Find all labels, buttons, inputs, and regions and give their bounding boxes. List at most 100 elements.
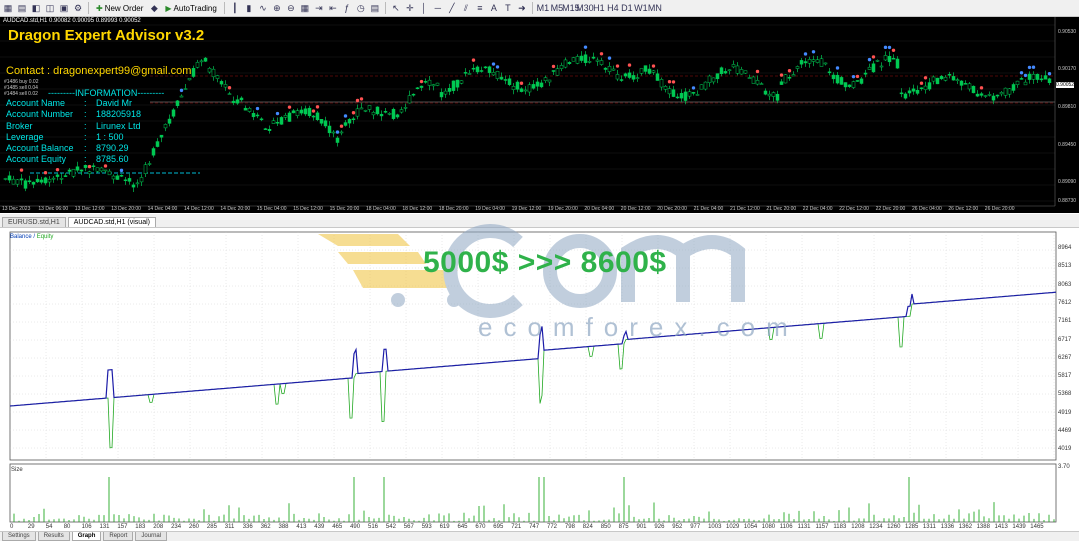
candle-body xyxy=(475,66,480,73)
time-label: 26 Dec 12:00 xyxy=(948,206,979,212)
line-chart-icon[interactable]: ∿ xyxy=(257,2,269,14)
candle-body xyxy=(627,72,632,78)
period-mn-button[interactable]: MN xyxy=(648,2,662,14)
period-w1-button[interactable]: W1 xyxy=(634,2,648,14)
trade-marker xyxy=(883,45,888,50)
candle-body xyxy=(583,54,588,63)
candle-body xyxy=(871,63,876,73)
text-icon[interactable]: A xyxy=(488,2,500,14)
trade-marker xyxy=(811,50,816,54)
autotrading-button[interactable]: ▶ AutoTrading xyxy=(162,2,219,15)
tile-windows-icon[interactable]: ▦ xyxy=(299,2,311,14)
candle-body xyxy=(519,88,524,92)
candle-body xyxy=(987,94,992,96)
candle-body xyxy=(159,134,164,138)
order-lines: #1486 buy 0.02 #1485 sell 0.04 #1484 sel… xyxy=(4,79,38,97)
candle-body xyxy=(907,90,912,94)
time-label: 19 Dec 04:00 xyxy=(475,206,505,212)
trade-marker xyxy=(335,130,340,134)
trade-marker xyxy=(615,64,620,68)
info-row: Account Number:188205918 xyxy=(6,109,142,120)
candle-body xyxy=(963,83,968,85)
templates-icon[interactable]: ▤ xyxy=(369,2,381,14)
profiles-icon[interactable]: ▤ xyxy=(16,2,28,14)
graph-x-label: 80 xyxy=(63,524,71,530)
autoscroll-icon[interactable]: ⇥ xyxy=(313,2,325,14)
candle-body xyxy=(511,86,516,90)
graph-y-label: 6717 xyxy=(1058,336,1072,343)
candle-body xyxy=(355,108,360,117)
period-m30-button[interactable]: M30 xyxy=(576,2,594,14)
zoom-out-icon[interactable]: ⊖ xyxy=(285,2,297,14)
trendline-icon[interactable]: ╱ xyxy=(446,2,458,14)
tab-eurusd-chart[interactable]: EURUSD.std,H1 xyxy=(2,217,66,227)
terminal-icon[interactable]: ▣ xyxy=(58,2,70,14)
candle-body xyxy=(1027,73,1032,80)
trade-marker xyxy=(1023,73,1028,78)
zoom-in-icon[interactable]: ⊕ xyxy=(271,2,283,14)
time-label: 13 Dec 12:00 xyxy=(74,206,105,212)
trade-marker xyxy=(343,114,348,118)
new-chart-icon[interactable]: ▦ xyxy=(2,2,14,14)
candle-body xyxy=(891,57,896,60)
new-order-button[interactable]: ✚ New Order xyxy=(93,2,146,15)
bar-chart-icon[interactable]: ┃ xyxy=(229,2,241,14)
trade-marker xyxy=(55,167,60,172)
horizontal-line-icon[interactable]: ─ xyxy=(432,2,444,14)
candle-body xyxy=(211,68,216,78)
candle-body xyxy=(51,177,56,180)
fibonacci-icon[interactable]: ≡ xyxy=(474,2,486,14)
candle-body xyxy=(507,78,512,85)
graph-x-label: 1336 xyxy=(940,524,955,530)
metaeditor-icon[interactable]: ◆ xyxy=(148,2,160,14)
candle-body xyxy=(859,78,864,84)
trade-marker xyxy=(755,69,760,74)
graph-y-label: 4919 xyxy=(1058,409,1072,416)
candle-body xyxy=(703,81,708,90)
tab-audcad-visual[interactable]: AUDCAD.std,H1 (visual) xyxy=(67,217,156,227)
navigator-icon[interactable]: ◫ xyxy=(44,2,56,14)
channel-icon[interactable]: ⫽ xyxy=(460,2,472,14)
label-icon[interactable]: T xyxy=(502,2,514,14)
chart-shift-icon[interactable]: ⇤ xyxy=(327,2,339,14)
candle-body xyxy=(295,110,300,116)
crosshair-icon[interactable]: ✛ xyxy=(404,2,416,14)
vertical-line-icon[interactable]: │ xyxy=(418,2,430,14)
trade-marker xyxy=(227,86,232,90)
price-label: 0.90530 xyxy=(1058,29,1077,35)
graph-x-label: 593 xyxy=(421,524,432,530)
candle-body xyxy=(655,73,660,81)
candle-body xyxy=(431,84,436,87)
trade-marker xyxy=(651,64,656,68)
period-h1-button[interactable]: H1 xyxy=(593,2,605,14)
price-axis: 0.90530 0.90170 0.90052 0.89810 0.89450 0.890… xyxy=(1055,17,1079,213)
period-m1-button[interactable]: M1 xyxy=(537,2,550,14)
candlestick-icon[interactable]: ▮ xyxy=(243,2,255,14)
arrows-icon[interactable]: ➜ xyxy=(516,2,528,14)
candle-body xyxy=(923,85,928,90)
period-m5-button[interactable]: M5 xyxy=(551,2,564,14)
indicators-icon[interactable]: ƒ xyxy=(341,2,353,14)
candle-body xyxy=(47,179,52,183)
candle-body xyxy=(571,57,576,62)
candle-body xyxy=(851,81,856,88)
strategy-tester-icon[interactable]: ⚙ xyxy=(72,2,84,14)
time-label: 22 Dec 20:00 xyxy=(875,206,906,212)
period-m15-button[interactable]: M15 xyxy=(562,2,580,14)
candle-body xyxy=(991,95,996,101)
candle-body xyxy=(235,99,240,104)
candle-body xyxy=(91,165,96,168)
graph-x-label: 1311 xyxy=(922,524,936,530)
time-label: 19 Dec 20:00 xyxy=(548,206,578,212)
candle-body xyxy=(239,97,244,101)
period-h4-button[interactable]: H4 xyxy=(607,2,619,14)
candle-body xyxy=(423,81,428,83)
periods-icon[interactable]: ◷ xyxy=(355,2,367,14)
period-d1-button[interactable]: D1 xyxy=(621,2,633,14)
trade-marker xyxy=(803,52,808,56)
graph-legend: Balance / Equity xyxy=(10,234,53,240)
market-watch-icon[interactable]: ◧ xyxy=(30,2,42,14)
price-chart[interactable]: AUDCAD.std,H1 0.90082 0.90095 0.89993 0.… xyxy=(0,17,1079,213)
candle-body xyxy=(7,175,12,181)
cursor-icon[interactable]: ↖ xyxy=(390,2,402,14)
